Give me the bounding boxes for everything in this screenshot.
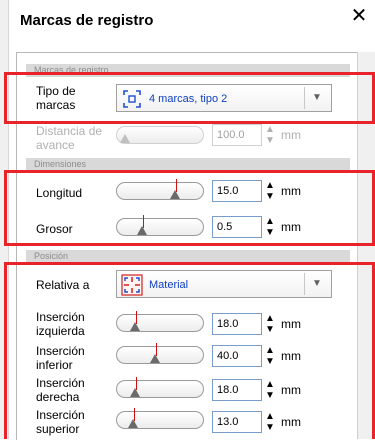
advance-spinner: ▲ ▼ xyxy=(265,124,275,146)
advance-input: 100.0 xyxy=(212,124,262,146)
advance-slider xyxy=(116,126,204,144)
close-icon[interactable]: ✕ xyxy=(348,5,370,27)
highlight-position xyxy=(4,262,375,439)
highlight-dimensions xyxy=(4,170,375,246)
dialog-title: Marcas de registro xyxy=(20,12,154,29)
advance-label: Distancia de avance xyxy=(36,124,103,152)
highlight-marks-type xyxy=(4,72,375,124)
advance-unit: mm xyxy=(281,128,301,142)
